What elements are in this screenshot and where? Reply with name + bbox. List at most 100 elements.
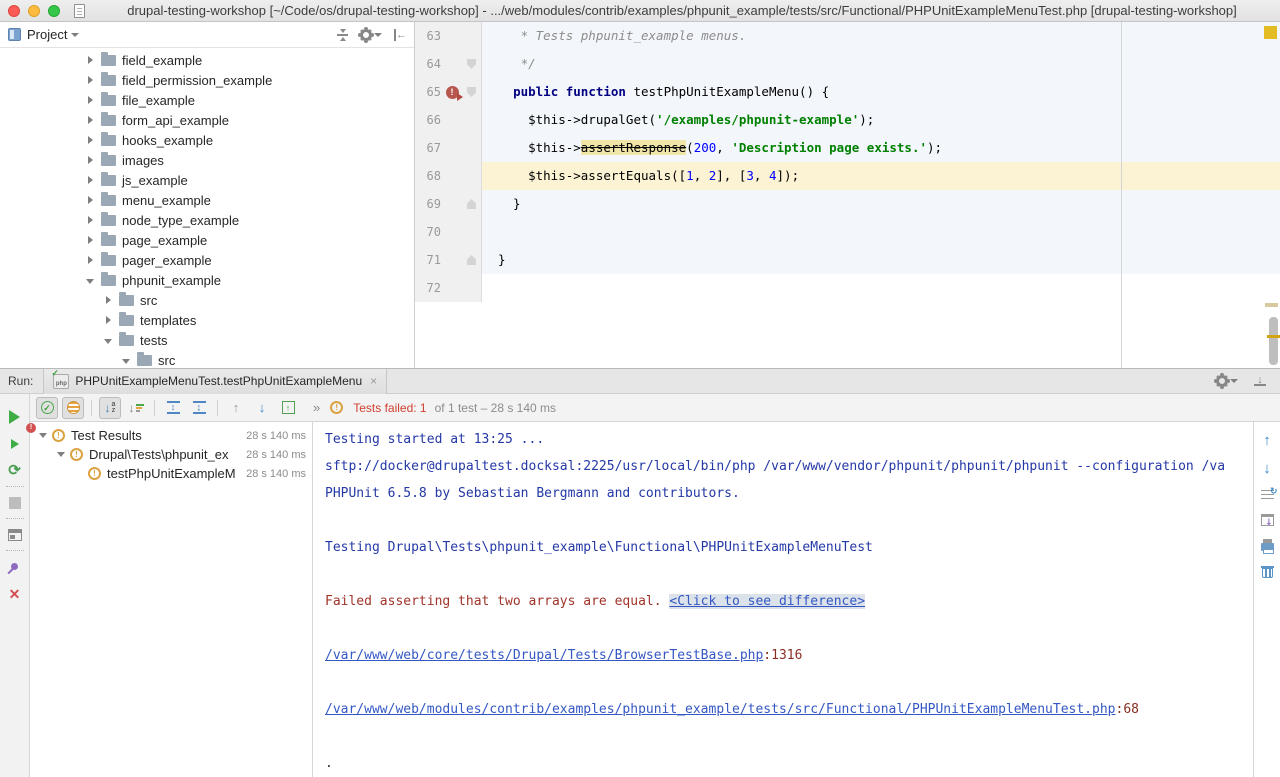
pin-tab-button[interactable]: [0, 553, 29, 580]
project-tree-item-images[interactable]: images: [0, 150, 414, 170]
expand-arrow-icon[interactable]: [106, 296, 111, 304]
editor-line-66[interactable]: 66 $this->drupalGet('/examples/phpunit-e…: [415, 106, 1280, 134]
error-stripe-mark[interactable]: [1264, 26, 1277, 39]
collapse-arrow-icon[interactable]: [122, 359, 130, 364]
project-tree-item-hooks_example[interactable]: hooks_example: [0, 130, 414, 150]
console-link[interactable]: /var/www/web/core/tests/Drupal/Tests/Bro…: [325, 648, 763, 663]
navigate-up-icon[interactable]: ↑: [1263, 434, 1271, 448]
editor-line-70[interactable]: 70: [415, 218, 1280, 246]
collapse-arrow-icon[interactable]: [86, 279, 94, 284]
rerun-button[interactable]: [0, 403, 29, 430]
project-tree-item-field_permission_example[interactable]: field_permission_example: [0, 70, 414, 90]
project-tree-item-menu_example[interactable]: menu_example: [0, 190, 414, 210]
gutter[interactable]: 68: [415, 162, 482, 190]
run-tab[interactable]: php PHPUnitExampleMenuTest.testPhpUnitEx…: [43, 369, 387, 394]
expand-arrow-icon[interactable]: [88, 116, 93, 124]
import-test-results-button[interactable]: ↑: [277, 397, 299, 419]
toggle-auto-test-button[interactable]: ⟳: [0, 457, 29, 484]
project-tree-item-tests[interactable]: tests: [0, 330, 414, 350]
gutter[interactable]: 67: [415, 134, 482, 162]
soft-wrap-icon[interactable]: [1261, 490, 1274, 500]
close-tab-icon[interactable]: ×: [370, 374, 377, 388]
gutter[interactable]: 63: [415, 22, 482, 50]
expand-arrow-icon[interactable]: [106, 316, 111, 324]
editor-line-69[interactable]: 69 }: [415, 190, 1280, 218]
project-settings-gear-icon[interactable]: [360, 29, 382, 41]
zoom-window-button[interactable]: [48, 5, 60, 17]
gutter[interactable]: 66: [415, 106, 482, 134]
project-tree-item-file_example[interactable]: file_example: [0, 90, 414, 110]
gutter[interactable]: 69: [415, 190, 482, 218]
console-link[interactable]: <Click to see difference>: [669, 594, 865, 609]
stop-button[interactable]: [0, 489, 29, 516]
gutter[interactable]: 71: [415, 246, 482, 274]
console-link[interactable]: /var/www/web/modules/contrib/examples/ph…: [325, 702, 1116, 717]
collapse-all-button[interactable]: ↨: [188, 397, 210, 419]
sort-alphabetically-toggle[interactable]: ↓a z: [99, 397, 121, 419]
minimize-window-button[interactable]: [28, 5, 40, 17]
project-tree-item-js_example[interactable]: js_example: [0, 170, 414, 190]
collapse-arrow-icon[interactable]: [104, 339, 112, 344]
collapse-arrow-icon[interactable]: [57, 452, 65, 457]
project-tree-item-phpunit_example[interactable]: phpunit_example: [0, 270, 414, 290]
fold-marker-icon[interactable]: [467, 87, 476, 97]
project-tree-item-node_type_example[interactable]: node_type_example: [0, 210, 414, 230]
restore-layout-button[interactable]: [0, 521, 29, 548]
fold-marker-icon[interactable]: [467, 255, 476, 265]
next-failed-test-button[interactable]: ↓: [251, 397, 273, 419]
fold-marker-icon[interactable]: [467, 199, 476, 209]
gutter[interactable]: 72: [415, 274, 482, 302]
expand-arrow-icon[interactable]: [88, 176, 93, 184]
collapse-arrow-icon[interactable]: [39, 433, 47, 438]
close-run-panel-button[interactable]: ✕: [0, 580, 29, 607]
gutter[interactable]: 64: [415, 50, 482, 78]
project-panel-title[interactable]: Project: [27, 27, 67, 42]
project-tree-item-src[interactable]: src: [0, 350, 414, 368]
expand-arrow-icon[interactable]: [88, 256, 93, 264]
expand-arrow-icon[interactable]: [88, 56, 93, 64]
editor-line-71[interactable]: 71}: [415, 246, 1280, 274]
collapse-all-icon[interactable]: [337, 29, 348, 41]
expand-arrow-icon[interactable]: [88, 216, 93, 224]
expand-arrow-icon[interactable]: [88, 136, 93, 144]
code-editor[interactable]: 63 * Tests phpunit_example menus.64 */65…: [415, 22, 1280, 368]
project-tree-item-src[interactable]: src: [0, 290, 414, 310]
expand-all-button[interactable]: ↕: [162, 397, 184, 419]
hide-panel-icon[interactable]: ←: [394, 29, 406, 41]
warning-stripe-mark[interactable]: [1265, 303, 1278, 307]
editor-line-65[interactable]: 65! public function testPhpUnitExampleMe…: [415, 78, 1280, 106]
test-tree-item[interactable]: !Drupal\Tests\phpunit_ex28 s 140 ms: [30, 445, 312, 464]
run-settings-gear-icon[interactable]: [1216, 375, 1238, 387]
editor-line-68[interactable]: 68 $this->assertEquals([1, 2], [3, 4]);: [415, 162, 1280, 190]
editor-line-64[interactable]: 64 */: [415, 50, 1280, 78]
editor-line-67[interactable]: 67 $this->assertResponse(200, 'Descripti…: [415, 134, 1280, 162]
project-tree-item-field_example[interactable]: field_example: [0, 50, 414, 70]
test-tree-item[interactable]: !Test Results28 s 140 ms: [30, 426, 312, 445]
rerun-failed-test-icon[interactable]: !: [446, 86, 459, 99]
project-tree-item-form_api_example[interactable]: form_api_example: [0, 110, 414, 130]
open-results-icon[interactable]: [1261, 514, 1274, 526]
editor-scrollbar[interactable]: [1269, 317, 1278, 365]
expand-arrow-icon[interactable]: [88, 156, 93, 164]
print-icon[interactable]: [1261, 543, 1274, 551]
project-tree-item-page_example[interactable]: page_example: [0, 230, 414, 250]
project-tree-item-pager_example[interactable]: pager_example: [0, 250, 414, 270]
gutter[interactable]: 70: [415, 218, 482, 246]
gutter[interactable]: 65!: [415, 78, 482, 106]
show-passed-toggle[interactable]: ✓: [36, 397, 58, 419]
more-actions-chevron-icon[interactable]: »: [313, 400, 320, 415]
previous-failed-test-button[interactable]: ↑: [225, 397, 247, 419]
expand-arrow-icon[interactable]: [88, 76, 93, 84]
show-ignored-toggle[interactable]: [62, 397, 84, 419]
clear-console-icon[interactable]: [1262, 568, 1273, 578]
navigate-down-icon[interactable]: ↓: [1263, 462, 1271, 476]
chevron-down-icon[interactable]: [71, 33, 79, 37]
expand-arrow-icon[interactable]: [88, 236, 93, 244]
test-console[interactable]: Testing started at 13:25 ...sftp://docke…: [313, 422, 1253, 777]
hide-run-panel-icon[interactable]: ↓: [1254, 376, 1266, 386]
test-tree-item[interactable]: !testPhpUnitExampleM28 s 140 ms: [30, 464, 312, 483]
sort-by-duration-toggle[interactable]: ↓: [125, 397, 147, 419]
close-window-button[interactable]: [8, 5, 20, 17]
editor-line-72[interactable]: 72: [415, 274, 1280, 302]
rerun-failed-tests-button[interactable]: !: [0, 430, 29, 457]
